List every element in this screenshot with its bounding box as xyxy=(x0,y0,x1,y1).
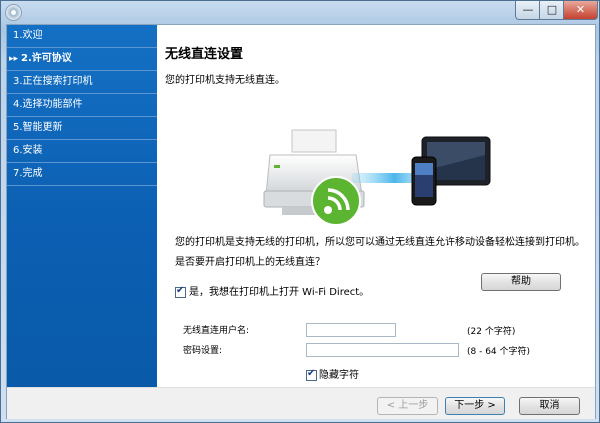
checkmark-icon: ✔ xyxy=(176,284,185,296)
hide-characters-label: 隐藏字符 xyxy=(319,370,359,381)
ssid-input[interactable] xyxy=(306,323,396,337)
hide-characters-checkbox[interactable]: ✔ xyxy=(306,367,317,381)
password-input[interactable] xyxy=(306,343,459,357)
step-label: 7.完成 xyxy=(13,168,43,179)
enable-wifi-direct-checkbox[interactable]: ✔ xyxy=(175,284,186,298)
enable-wifi-direct-option[interactable]: ✔ 是，我想在打印机上打开 Wi-Fi Direct。 xyxy=(175,283,369,298)
help-button[interactable]: 帮助 xyxy=(481,273,561,291)
title-bar: — □ ✕ xyxy=(1,1,599,23)
cancel-button[interactable]: 取消 xyxy=(519,397,580,415)
button-bar: < 上一步 下一步 > 取消 xyxy=(7,387,595,419)
ssid-label: 无线直连用户名: xyxy=(183,326,250,336)
current-step-arrow-icon: ▸▸ xyxy=(9,54,19,64)
steps-sidebar: 1.欢迎 ▸▸ 2.许可协议 3.正在搜索打印机 4.选择功能部件 5.智能更新 … xyxy=(7,25,157,387)
wifi-direct-illustration xyxy=(263,129,491,226)
hide-characters-option[interactable]: ✔ 隐藏字符 xyxy=(306,366,359,381)
step-label: 2.许可协议 xyxy=(21,53,72,64)
maximize-button[interactable]: □ xyxy=(539,1,565,20)
wifi-icon xyxy=(311,176,361,226)
step-smart-update: 5.智能更新 xyxy=(7,117,157,140)
step-label: 1.欢迎 xyxy=(13,30,43,41)
step-finish: 7.完成 xyxy=(7,163,157,186)
installer-window: — □ ✕ 1.欢迎 ▸▸ 2.许可协议 3.正在搜索打印机 4.选择功能部件 5… xyxy=(0,0,600,423)
step-label: 3.正在搜索打印机 xyxy=(13,76,93,87)
enable-wifi-direct-label: 是，我想在打印机上打开 Wi-Fi Direct。 xyxy=(189,287,370,298)
step-select-features: 4.选择功能部件 xyxy=(7,94,157,117)
step-install: 6.安装 xyxy=(7,140,157,163)
back-button[interactable]: < 上一步 xyxy=(377,397,438,415)
dialog-frame: 1.欢迎 ▸▸ 2.许可协议 3.正在搜索打印机 4.选择功能部件 5.智能更新 … xyxy=(6,24,596,419)
password-label: 密码设置: xyxy=(183,346,223,356)
step-welcome: 1.欢迎 xyxy=(7,25,157,48)
next-button[interactable]: 下一步 > xyxy=(445,397,505,415)
step-label: 4.选择功能部件 xyxy=(13,99,83,110)
step-label: 6.安装 xyxy=(13,145,43,156)
app-disc-icon xyxy=(5,4,22,21)
ssid-hint: (22 个字符) xyxy=(467,327,516,337)
minimize-button[interactable]: — xyxy=(515,1,541,20)
step-search-printer: 3.正在搜索打印机 xyxy=(7,71,157,94)
step-label: 5.智能更新 xyxy=(13,122,63,133)
page-subtitle: 您的打印机支持无线直连。 xyxy=(165,75,285,86)
phone-icon xyxy=(411,156,437,206)
password-hint: (8 - 64 个字符) xyxy=(467,347,531,357)
step-license: ▸▸ 2.许可协议 xyxy=(7,48,157,71)
checkmark-icon: ✔ xyxy=(307,367,316,379)
main-content: 无线直连设置 您的打印机支持无线直连。 您的打印机是支持无线的打印机，所以您可以… xyxy=(157,25,595,387)
close-button[interactable]: ✕ xyxy=(563,1,598,20)
description-text: 您的打印机是支持无线的打印机，所以您可以通过无线直连允许移动设备轻松连接到打印机… xyxy=(175,237,585,248)
page-title: 无线直连设置 xyxy=(165,47,244,62)
question-text: 是否要开启打印机上的无线直连？ xyxy=(175,257,325,268)
